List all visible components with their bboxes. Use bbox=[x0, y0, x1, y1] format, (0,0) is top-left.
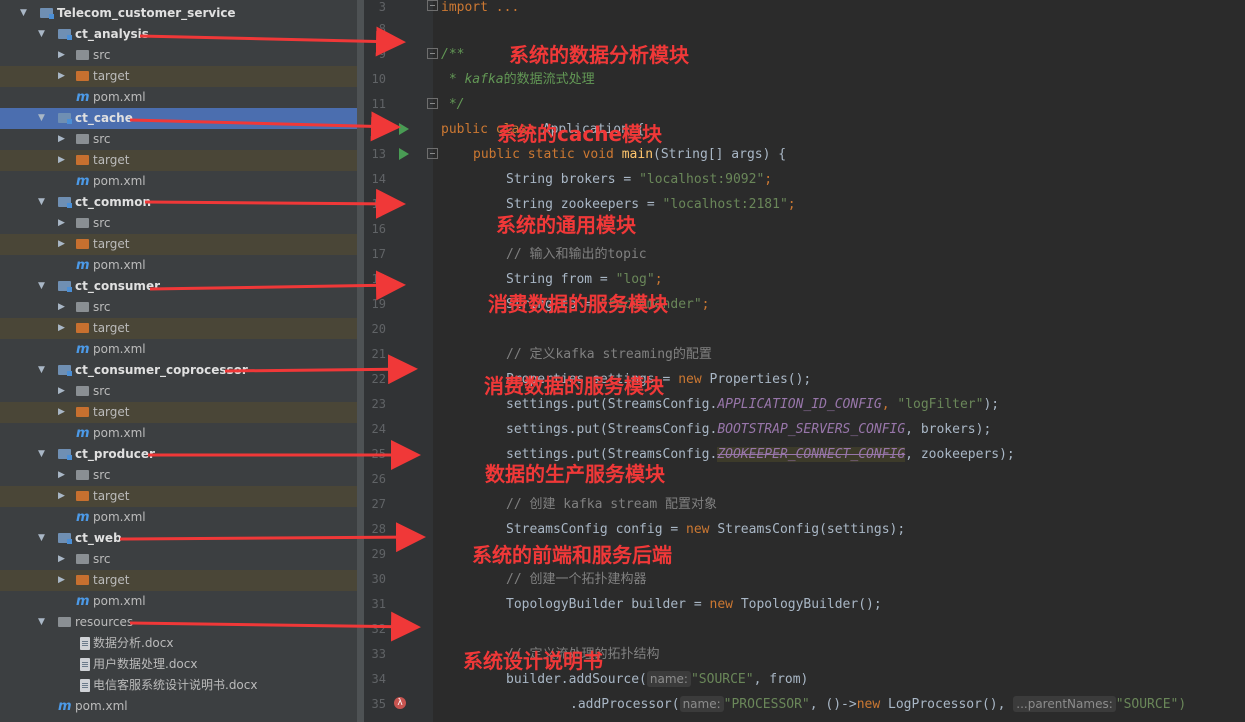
annotation-arrows bbox=[119, 26, 426, 642]
annotation-label: 数据的生产服务模块 bbox=[485, 462, 665, 486]
arrow bbox=[129, 611, 421, 642]
arrow bbox=[139, 26, 406, 57]
arrow bbox=[224, 354, 418, 385]
arrow bbox=[119, 522, 426, 553]
annotation-label: 系统的cache模块 bbox=[497, 122, 663, 146]
annotation-label: 消费数据的服务模块 bbox=[488, 292, 668, 316]
annotation-label: 系统的通用模块 bbox=[496, 213, 636, 237]
annotation-label: 系统的数据分析模块 bbox=[509, 43, 689, 67]
arrow bbox=[129, 111, 401, 142]
annotation-label: 系统设计说明书 bbox=[463, 649, 603, 673]
annotation-label: 消费数据的服务模块 bbox=[484, 374, 664, 398]
arrow bbox=[144, 188, 406, 219]
annotation-label: 系统的前端和服务后端 bbox=[472, 543, 672, 567]
arrow bbox=[149, 270, 406, 301]
